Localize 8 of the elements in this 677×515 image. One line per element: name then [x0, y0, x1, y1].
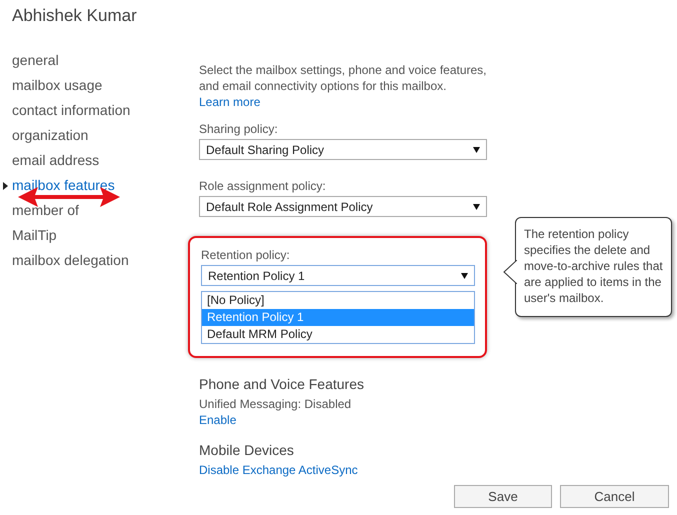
- intro-text: Select the mailbox settings, phone and voice features, and email connectivity options for this mailbox. Learn more: [199, 62, 487, 110]
- field-label: Retention policy:: [201, 248, 291, 262]
- section-title: Mobile Devices: [199, 442, 295, 458]
- field-label: Sharing policy:: [199, 122, 279, 136]
- status-text: Unified Messaging: Disabled: [199, 396, 352, 412]
- section-title: Phone and Voice Features: [199, 376, 366, 392]
- field-label: Role assignment policy:: [199, 179, 327, 193]
- page-title: Abhishek Kumar: [11, 5, 138, 27]
